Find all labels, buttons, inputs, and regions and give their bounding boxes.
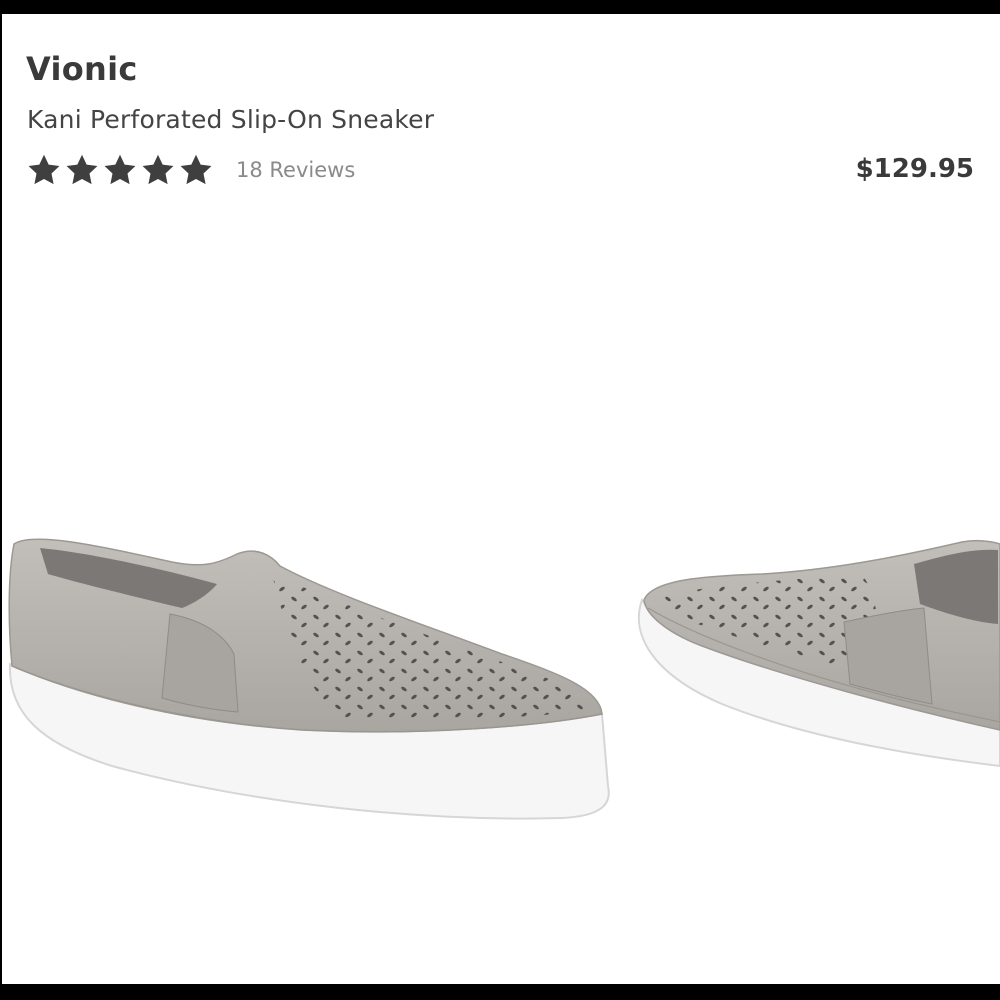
left-shoe	[8, 538, 610, 820]
rating-row: 18 Reviews	[26, 152, 355, 188]
reviews-link[interactable]: 18 Reviews	[236, 158, 355, 182]
star-icon	[66, 154, 98, 185]
product-card: Vionic Kani Perforated Slip-On Sneaker 1…	[2, 14, 1000, 984]
star-icon	[28, 154, 60, 185]
brand-name[interactable]: Vionic	[26, 50, 138, 88]
star-rating[interactable]	[26, 152, 214, 188]
star-icon	[180, 154, 212, 185]
right-shoe	[637, 539, 1000, 768]
product-price: $129.95	[855, 154, 974, 184]
star-icon	[104, 154, 136, 185]
product-title: Kani Perforated Slip-On Sneaker	[27, 105, 435, 134]
star-icon	[142, 154, 174, 185]
product-image[interactable]	[2, 504, 1000, 864]
